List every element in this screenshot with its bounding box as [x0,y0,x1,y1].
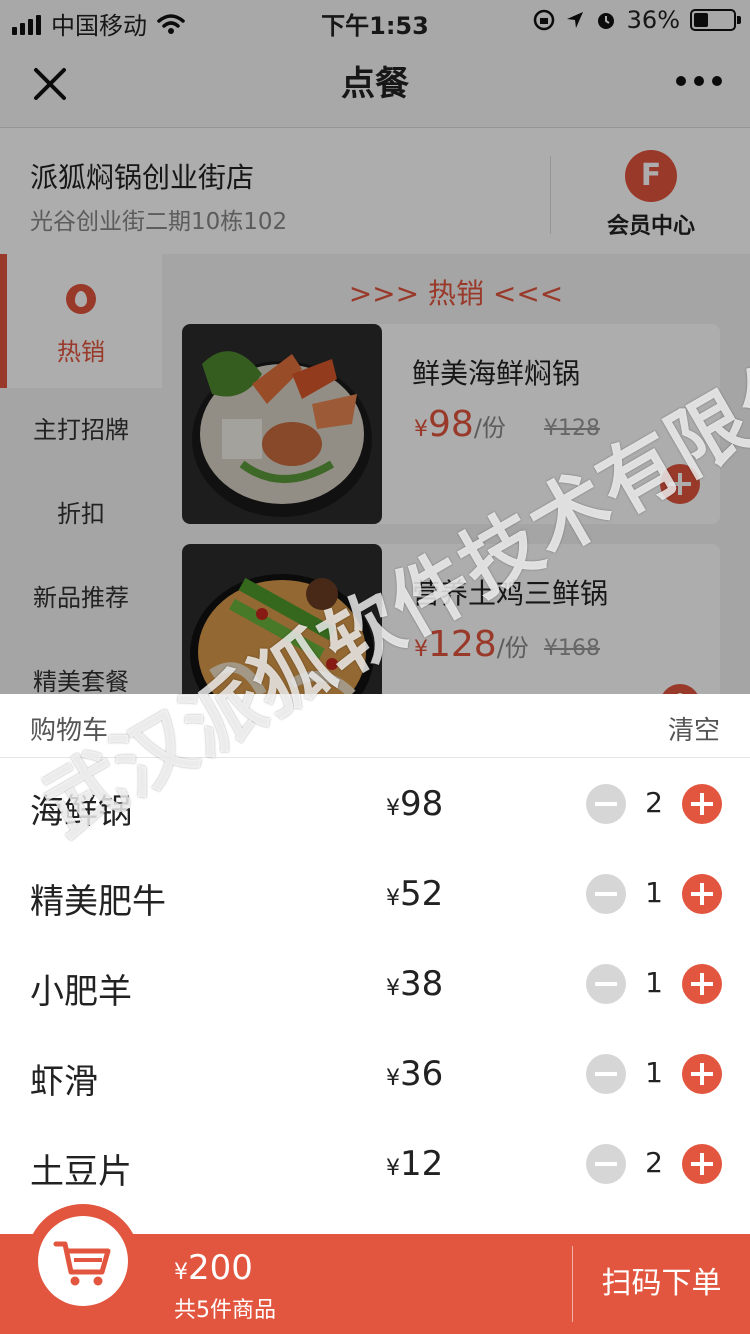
cart-item: 虾滑 ¥36 1 [0,1030,750,1120]
scan-order-button[interactable]: 扫码下单 [573,1234,750,1334]
decrease-button[interactable] [586,1144,626,1184]
decrease-button[interactable] [586,784,626,824]
cart-item-name: 精美肥牛 [30,882,166,922]
cart-item-qty: 1 [645,966,663,999]
increase-button[interactable] [682,1144,722,1184]
cart-item-qty: 2 [645,1146,663,1179]
cart-item-qty: 2 [645,786,663,819]
cart-item: 土豆片 ¥12 2 [0,1120,750,1210]
cart-item-qty: 1 [645,1056,663,1089]
cart-button[interactable] [26,1204,140,1318]
cart-item-price: ¥36 [386,1054,444,1094]
decrease-button[interactable] [586,1054,626,1094]
cart-icon [53,1241,111,1286]
cart-item: 小肥羊 ¥38 1 [0,940,750,1030]
increase-button[interactable] [682,1054,722,1094]
increase-button[interactable] [682,964,722,1004]
cart-item-qty: 1 [645,876,663,909]
cart-count: 共5件商品 [174,1298,276,1323]
cart-item-name: 虾滑 [30,1062,98,1102]
clear-cart-button[interactable]: 清空 [668,710,720,747]
decrease-button[interactable] [586,874,626,914]
cart-item-name: 土豆片 [30,1152,132,1192]
cart-item-name: 小肥羊 [30,972,132,1012]
cart-total: ¥200 [174,1248,253,1288]
cart-item: 精美肥牛 ¥52 1 [0,850,750,940]
cart-item-price: ¥52 [386,874,444,914]
cart-item-price: ¥12 [386,1144,444,1184]
increase-button[interactable] [682,784,722,824]
cart-item-price: ¥38 [386,964,444,1004]
decrease-button[interactable] [586,964,626,1004]
cart-item-price: ¥98 [386,784,444,824]
increase-button[interactable] [682,874,722,914]
